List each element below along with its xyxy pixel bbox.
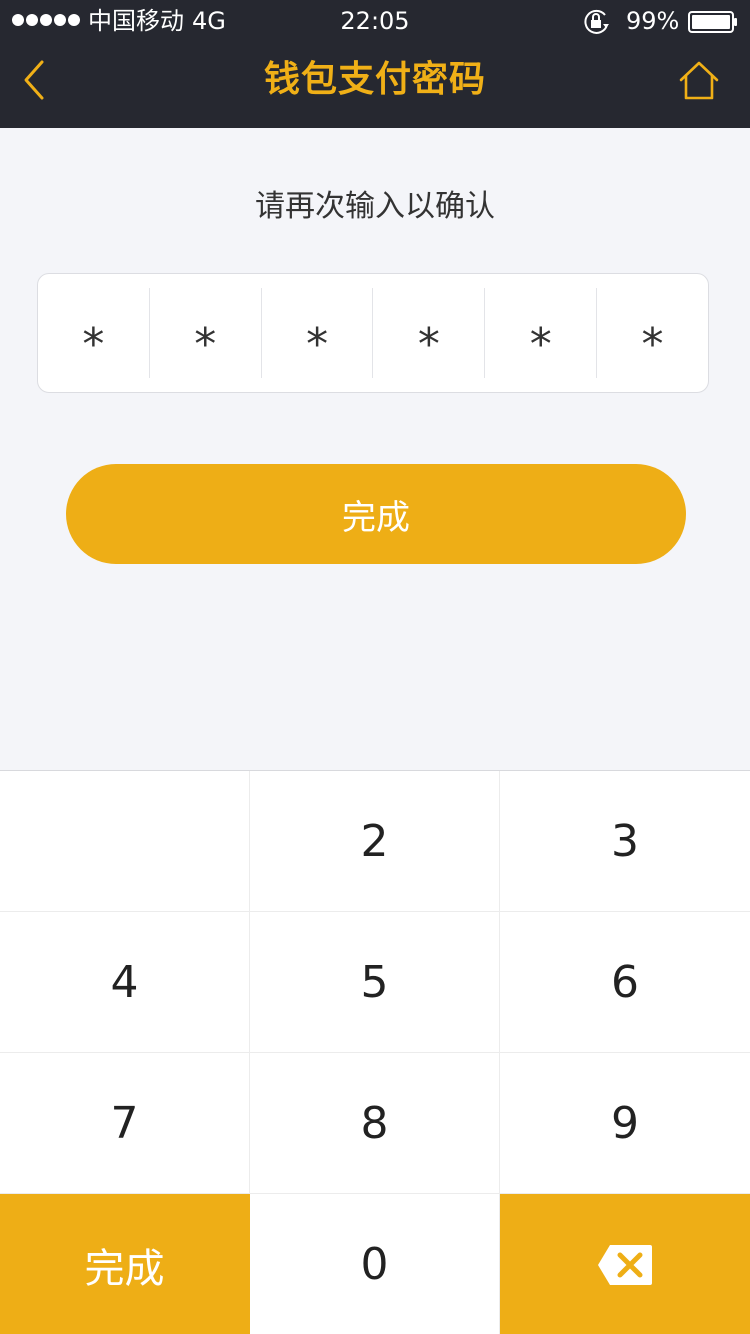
pin-input[interactable]: * * * * * *	[37, 273, 709, 393]
pin-digit: *	[38, 288, 150, 378]
key-5[interactable]: 5	[250, 912, 500, 1053]
pin-digit: *	[641, 318, 664, 370]
key-7[interactable]: 7	[0, 1053, 250, 1194]
pin-digit: *	[373, 288, 486, 378]
backspace-key[interactable]	[500, 1194, 750, 1334]
numeric-keypad: 2 3 4 5 6 7 8 9 完成 0	[0, 770, 750, 1334]
key-9[interactable]: 9	[500, 1053, 750, 1194]
nav-bar: 钱包支付密码	[0, 44, 750, 128]
pin-digit: *	[262, 288, 374, 378]
battery-icon	[688, 11, 737, 33]
key-3[interactable]: 3	[500, 771, 750, 912]
header: 中国移动 4G 22:05 99% 钱包支付密码	[0, 0, 750, 128]
keypad-blank	[0, 771, 250, 912]
pin-digit: *	[485, 288, 598, 378]
pay-password-screen: 中国移动 4G 22:05 99% 钱包支付密码 请再次输入以确认 * * * …	[0, 0, 750, 1334]
home-icon[interactable]	[678, 60, 720, 102]
key-4[interactable]: 4	[0, 912, 250, 1053]
backspace-icon	[598, 1244, 652, 1285]
key-6[interactable]: 6	[500, 912, 750, 1053]
key-0[interactable]: 0	[250, 1194, 500, 1334]
done-button[interactable]: 完成	[66, 464, 686, 564]
confirm-prompt: 请再次输入以确认	[255, 189, 495, 224]
key-8[interactable]: 8	[250, 1053, 500, 1194]
battery-percent: 99%	[626, 7, 680, 35]
orientation-lock-icon	[584, 9, 609, 34]
status-bar: 中国移动 4G 22:05 99%	[0, 0, 750, 44]
pin-digit: *	[150, 288, 262, 378]
key-2[interactable]: 2	[250, 771, 500, 912]
page-title: 钱包支付密码	[263, 59, 486, 100]
keypad-done-key[interactable]: 完成	[0, 1194, 250, 1334]
